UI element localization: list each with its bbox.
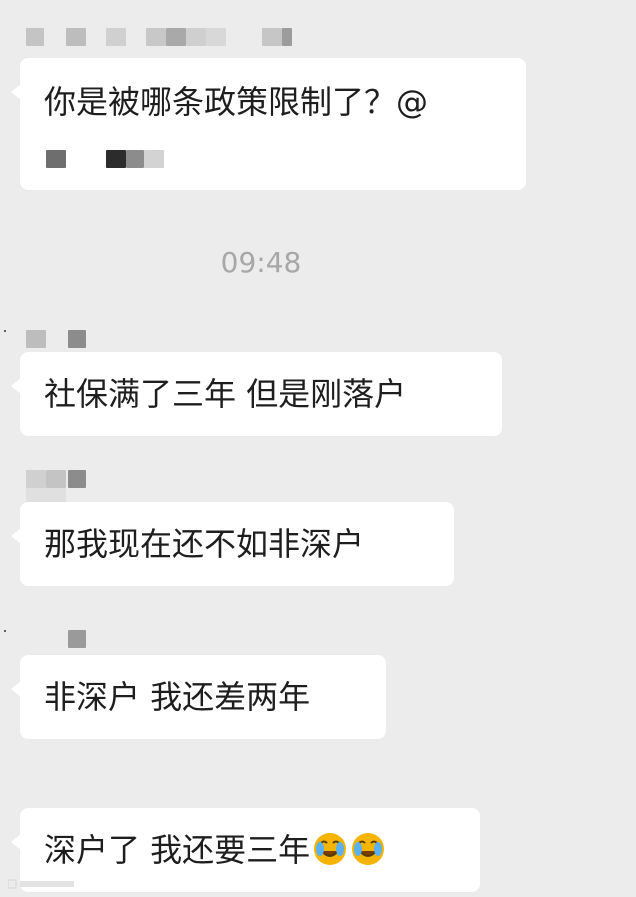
message-bubble[interactable]: 那我现在还不如非深户 — [11, 502, 454, 586]
message-text: 你是被哪条政策限制了？@ — [44, 83, 429, 121]
message-text: 那我现在还不如非深户 — [44, 525, 365, 563]
message-bubble[interactable]: 非深户 我还差两年 — [11, 655, 386, 739]
face-with-tears-emoji-icon — [350, 831, 386, 867]
face-with-tears-emoji-icon — [312, 831, 348, 867]
message-text: 深户了 我还要三年 — [44, 831, 311, 869]
message-bubble[interactable]: 深户了 我还要三年 — [11, 808, 480, 892]
message-bubble[interactable]: 你是被哪条政策限制了？@ — [11, 58, 526, 190]
message-timestamp: 09:48 — [220, 246, 302, 279]
chat-view: 你是被哪条政策限制了？@ 09:48 社保满了三年 但是刚落户 那我现在还不如非… — [0, 0, 636, 897]
watermark-logo — [7, 878, 78, 893]
message-text: 非深户 我还差两年 — [44, 678, 311, 716]
mention-name-redacted — [46, 150, 246, 168]
message-bubble[interactable]: 社保满了三年 但是刚落户 — [11, 352, 502, 436]
message-text-row: 深户了 我还要三年 — [44, 808, 456, 870]
message-text: 社保满了三年 但是刚落户 — [44, 375, 407, 413]
